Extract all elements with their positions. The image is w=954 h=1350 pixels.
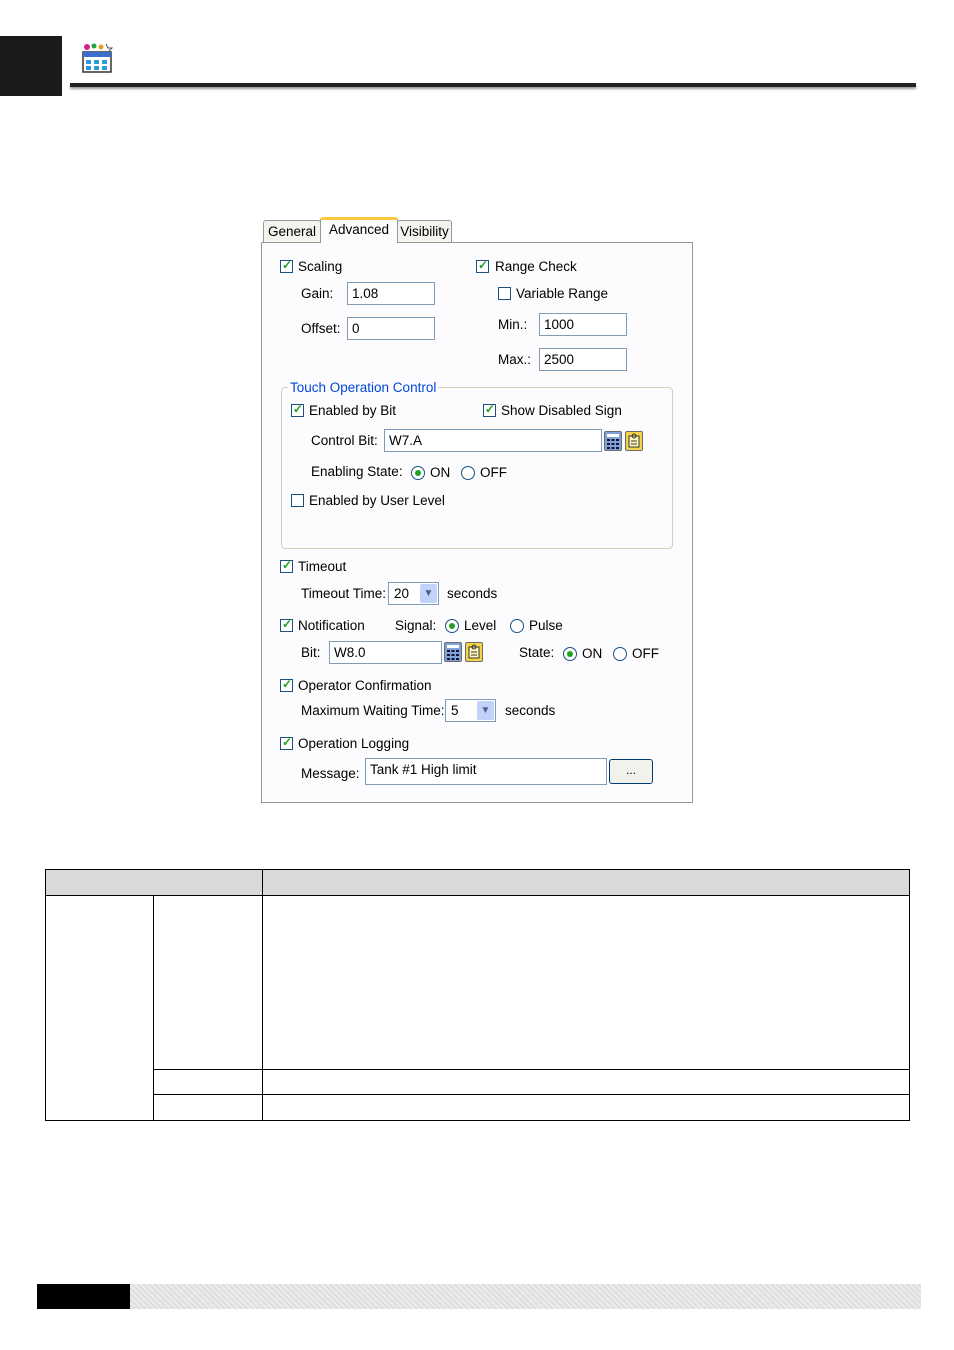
timeout-time-select[interactable]: 20 ▼: [388, 582, 439, 605]
show-disabled-sign-label: Show Disabled Sign: [501, 403, 622, 418]
state-on-label: ON: [582, 646, 603, 661]
table-group-cell: [45, 895, 154, 1121]
timeout-time-value: 20: [394, 586, 410, 601]
calculator-icon[interactable]: [604, 431, 622, 451]
tab-general[interactable]: General: [263, 220, 321, 242]
table-cell: [153, 895, 263, 1070]
max-waiting-time-label: Maximum Waiting Time:: [301, 703, 445, 718]
enabling-state-off-label: OFF: [480, 465, 507, 480]
table-cell: [153, 1094, 263, 1121]
timeout-label: Timeout: [298, 559, 347, 574]
enabled-by-bit-label: Enabled by Bit: [309, 403, 397, 418]
min-input[interactable]: 1000: [539, 313, 627, 336]
timeout-checkbox[interactable]: ✓: [280, 558, 293, 573]
enabled-by-user-level-checkbox[interactable]: [291, 494, 304, 507]
signal-pulse-radio[interactable]: [510, 619, 524, 633]
table-cell: [262, 1069, 910, 1095]
signal-label: Signal:: [395, 618, 437, 633]
range-check-checkbox[interactable]: ✓: [476, 258, 489, 273]
message-input[interactable]: Tank #1 High limit: [365, 758, 607, 785]
tab-advanced[interactable]: Advanced: [320, 217, 398, 243]
table-cell: [153, 1069, 263, 1095]
footer-bar: [130, 1284, 921, 1309]
chapter-tab: [0, 36, 62, 96]
waiting-unit-label: seconds: [505, 703, 556, 718]
timeout-time-label: Timeout Time:: [301, 586, 387, 601]
state-off-radio[interactable]: [613, 647, 627, 661]
notification-label: Notification: [298, 618, 365, 633]
min-label: Min.:: [498, 317, 528, 332]
max-label: Max.:: [498, 352, 532, 367]
show-disabled-sign-checkbox[interactable]: ✓: [483, 402, 496, 417]
message-label: Message:: [301, 766, 360, 781]
operator-confirmation-label: Operator Confirmation: [298, 678, 432, 693]
chevron-down-icon[interactable]: ▼: [420, 584, 437, 603]
scaling-label: Scaling: [298, 259, 343, 274]
scaling-checkbox[interactable]: ✓: [280, 258, 293, 273]
enabling-state-on-radio[interactable]: [411, 466, 425, 480]
enabled-by-user-level-label: Enabled by User Level: [309, 493, 445, 508]
offset-input[interactable]: 0: [347, 317, 435, 340]
description-table: [45, 869, 910, 1121]
variable-range-label: Variable Range: [516, 286, 609, 301]
enabling-state-label: Enabling State:: [311, 464, 403, 479]
table-grid-icon: [82, 43, 114, 73]
operation-logging-checkbox[interactable]: ✓: [280, 735, 293, 750]
bit-label: Bit:: [301, 645, 321, 660]
enabling-state-off-radio[interactable]: [461, 466, 475, 480]
tab-visibility[interactable]: Visibility: [397, 220, 452, 242]
signal-level-label: Level: [464, 618, 497, 633]
browse-message-button[interactable]: ...: [609, 759, 653, 784]
touch-operation-title: Touch Operation Control: [288, 380, 439, 396]
range-check-label: Range Check: [495, 259, 577, 274]
max-waiting-time-value: 5: [451, 703, 459, 718]
state-off-label: OFF: [632, 646, 659, 661]
control-bit-label: Control Bit:: [311, 433, 378, 448]
tag-icon[interactable]: [465, 642, 483, 662]
header-rule: [70, 83, 916, 87]
table-header-cell: [45, 869, 263, 896]
calculator-icon[interactable]: [444, 642, 462, 662]
table-cell: [262, 895, 910, 1070]
timeout-unit-label: seconds: [447, 586, 498, 601]
enabled-by-bit-checkbox[interactable]: ✓: [291, 402, 304, 417]
variable-range-checkbox[interactable]: [498, 287, 511, 300]
gain-label: Gain:: [301, 286, 334, 301]
signal-pulse-label: Pulse: [529, 618, 563, 633]
tag-icon[interactable]: [625, 431, 643, 451]
signal-level-radio[interactable]: [445, 619, 459, 633]
enabling-state-on-label: ON: [430, 465, 451, 480]
offset-label: Offset:: [301, 321, 341, 336]
notification-checkbox[interactable]: ✓: [280, 617, 293, 632]
table-header-cell: [262, 869, 910, 896]
max-waiting-time-select[interactable]: 5 ▼: [445, 699, 496, 722]
chevron-down-icon[interactable]: ▼: [477, 701, 494, 720]
footer-page-tab: [37, 1284, 130, 1309]
max-input[interactable]: 2500: [539, 348, 627, 371]
state-on-radio[interactable]: [563, 647, 577, 661]
operator-confirmation-checkbox[interactable]: ✓: [280, 677, 293, 692]
table-cell: [262, 1094, 910, 1121]
operation-logging-label: Operation Logging: [298, 736, 410, 751]
state-label: State:: [519, 645, 555, 660]
gain-input[interactable]: 1.08: [347, 282, 435, 305]
bit-input[interactable]: W8.0: [329, 641, 442, 664]
control-bit-input[interactable]: W7.A: [384, 429, 602, 452]
